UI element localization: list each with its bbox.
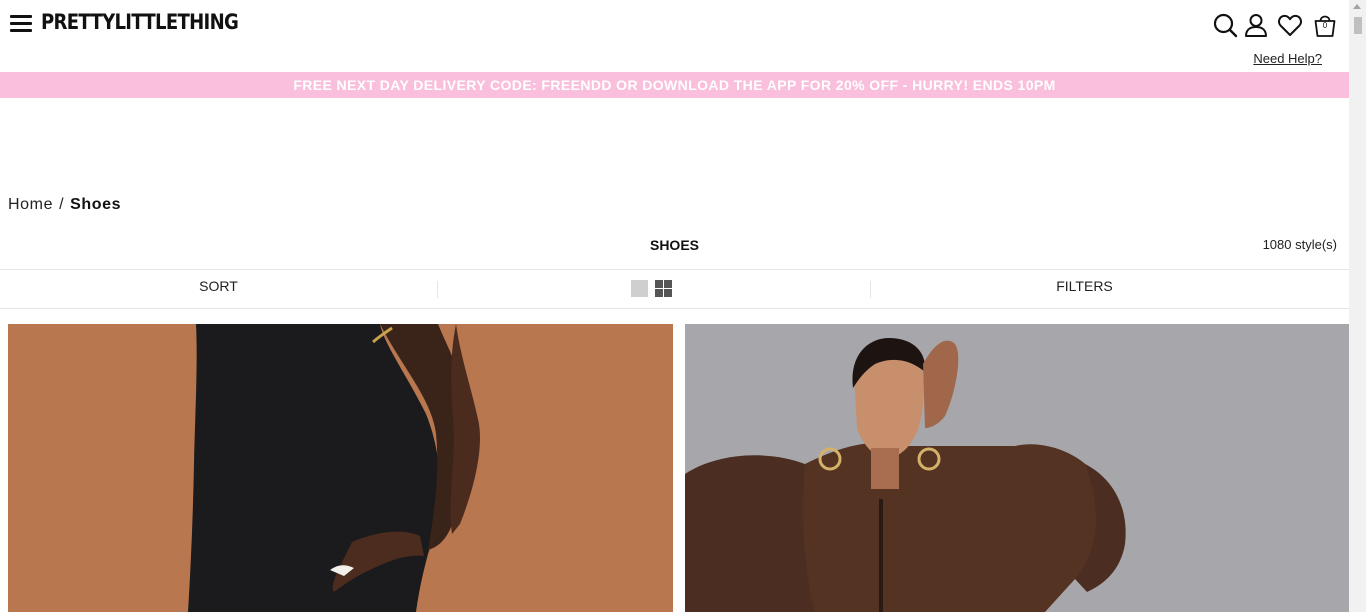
- account-icon[interactable]: [1243, 12, 1269, 38]
- product-card[interactable]: [685, 324, 1349, 612]
- search-icon[interactable]: [1212, 12, 1238, 38]
- page-title: SHOES: [649, 237, 699, 253]
- cart-count: 0: [1322, 21, 1328, 30]
- brand-logo[interactable]: PRETTYLITTLETHING: [41, 10, 239, 34]
- bag-icon[interactable]: 0: [1312, 12, 1338, 38]
- listing-toolbar: SORT FILTERS: [0, 269, 1349, 309]
- grid-view-icon[interactable]: [655, 280, 672, 297]
- heart-icon[interactable]: [1277, 12, 1303, 38]
- style-count: 1080 style(s): [1262, 237, 1337, 252]
- menu-icon[interactable]: [10, 15, 33, 34]
- promo-banner[interactable]: FREE NEXT DAY DELIVERY CODE: FREENDD OR …: [0, 72, 1349, 98]
- breadcrumb: Home / Shoes: [8, 196, 121, 214]
- product-image: [685, 324, 1349, 612]
- scroll-thumb[interactable]: [1354, 17, 1362, 34]
- scroll-up-arrow-icon[interactable]: [1353, 4, 1361, 9]
- product-card[interactable]: [8, 324, 673, 612]
- breadcrumb-home[interactable]: Home: [8, 196, 53, 213]
- page-scrollbar[interactable]: [1349, 0, 1366, 612]
- toolbar-divider: [437, 281, 438, 298]
- product-image: [8, 324, 673, 612]
- need-help-link[interactable]: Need Help?: [1253, 51, 1322, 66]
- breadcrumb-current: Shoes: [70, 196, 122, 213]
- site-header: PRETTYLITTLETHING 0 Need Help?: [0, 0, 1349, 72]
- breadcrumb-separator: /: [59, 196, 65, 213]
- single-column-view-icon[interactable]: [631, 280, 648, 297]
- sort-button[interactable]: SORT: [0, 270, 437, 308]
- filters-button[interactable]: FILTERS: [870, 270, 1299, 308]
